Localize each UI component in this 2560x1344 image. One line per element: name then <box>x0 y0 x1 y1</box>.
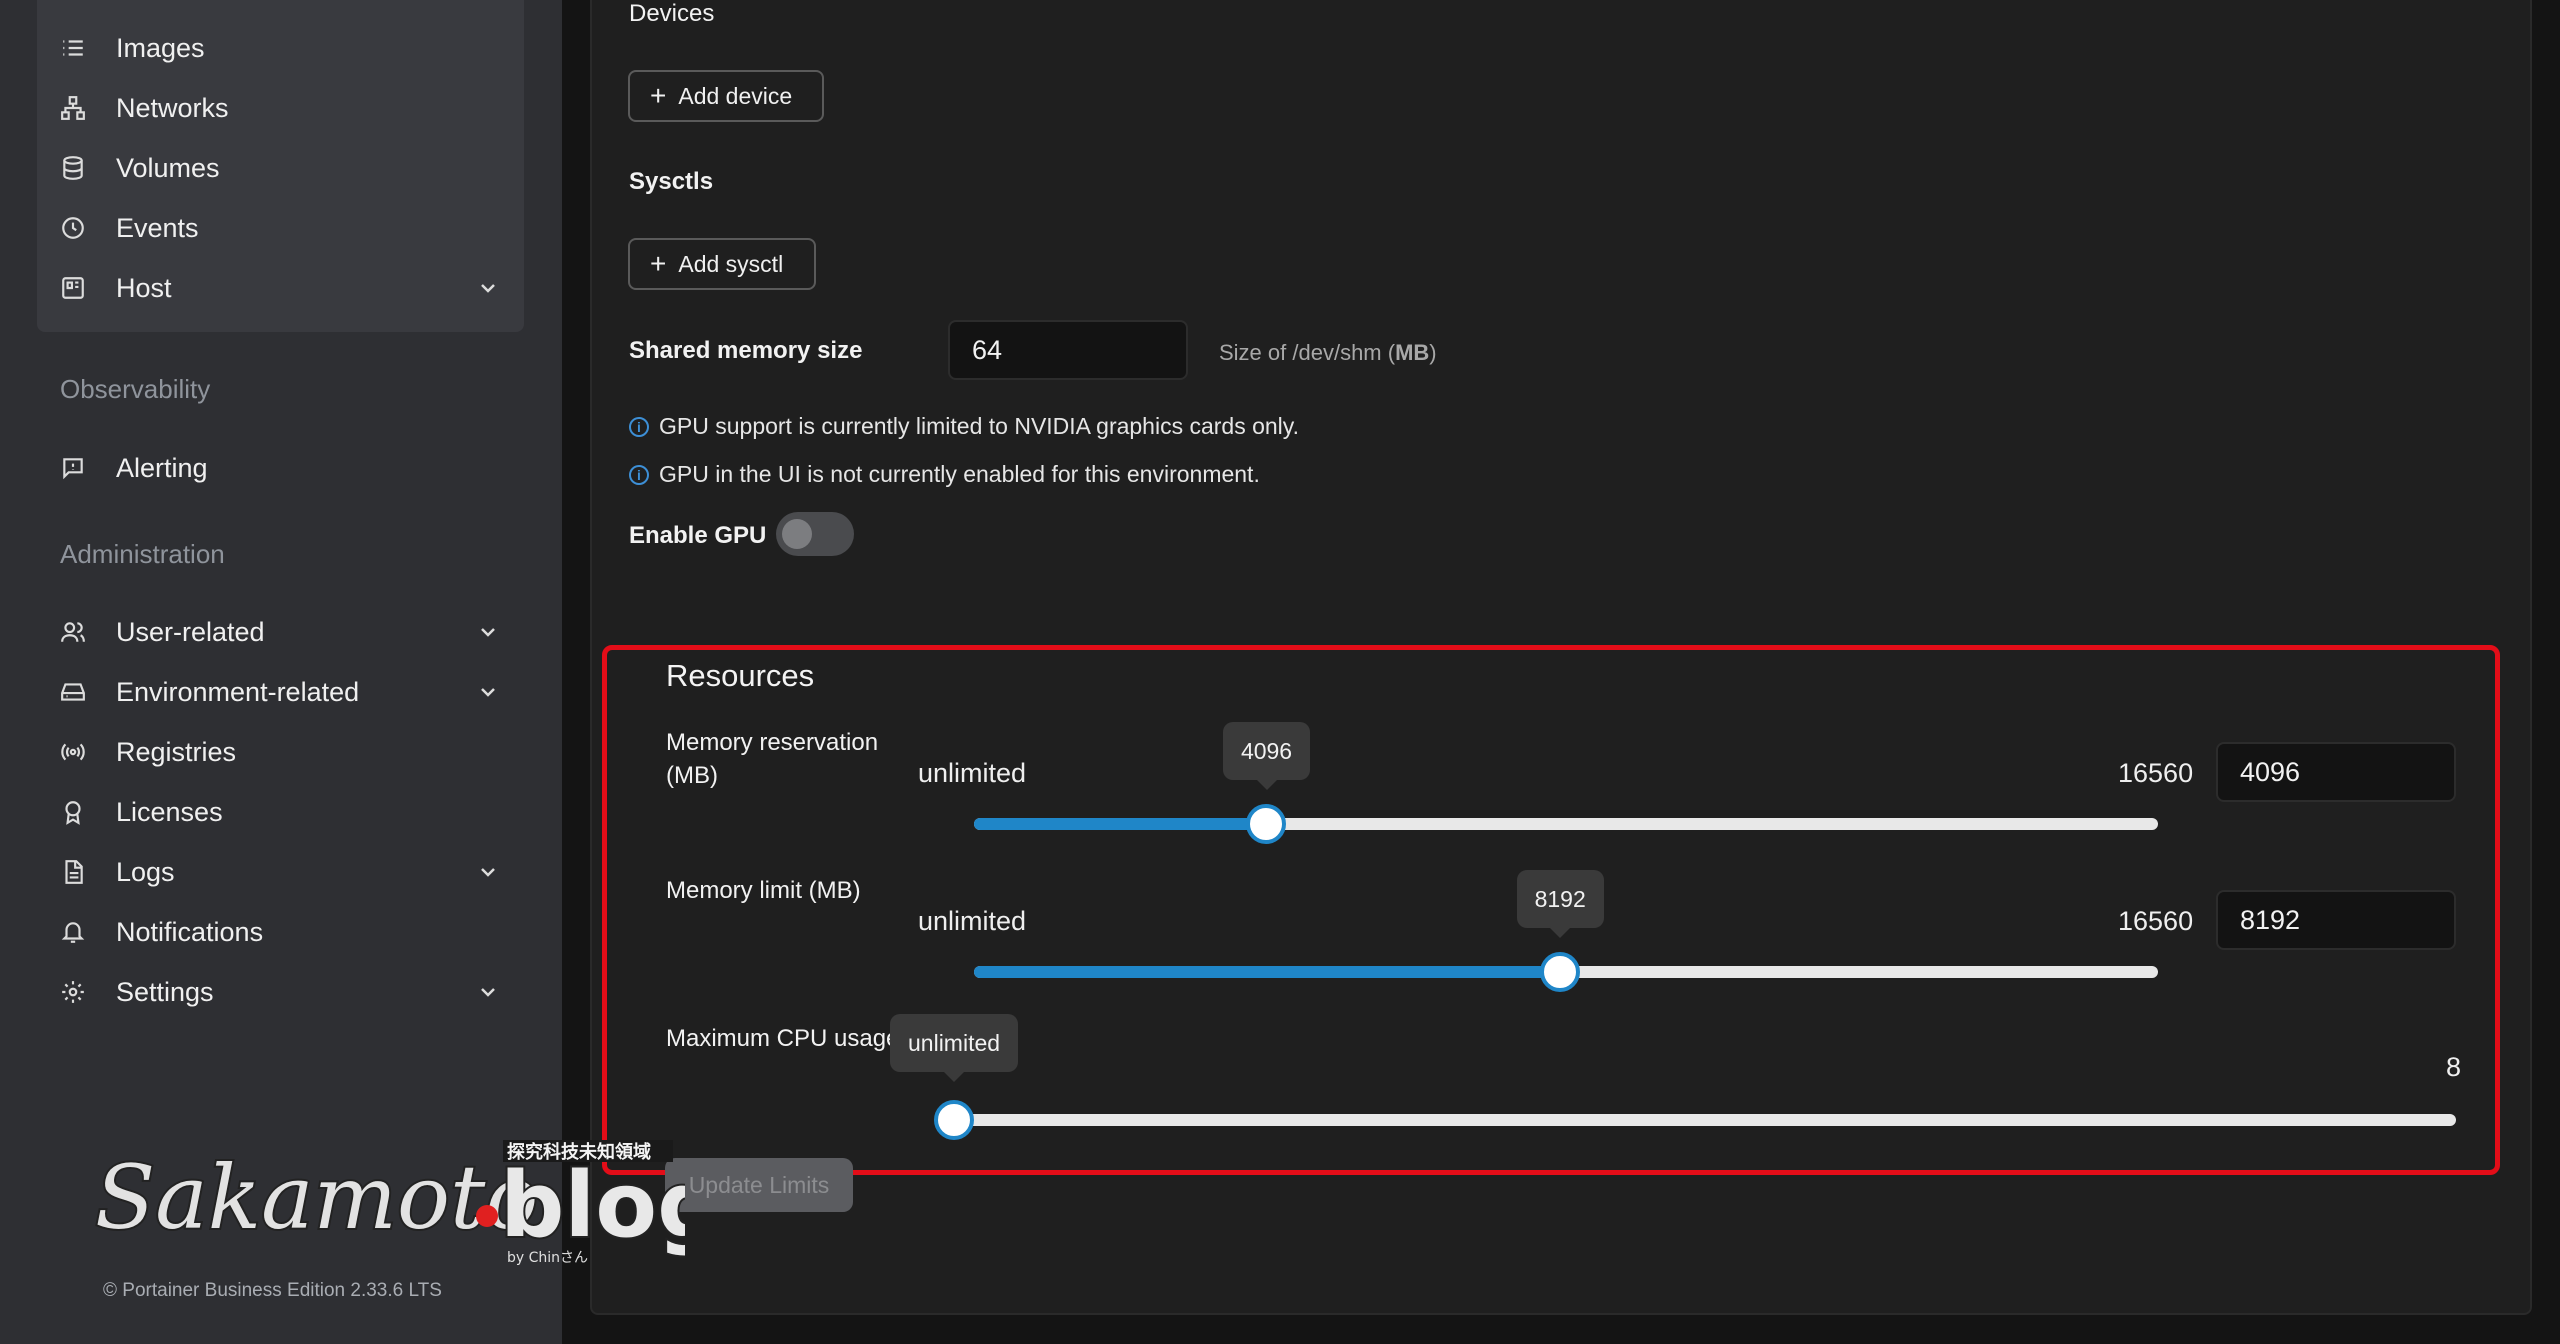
watermark-subtitle: 探究科技未知領域 <box>507 1141 651 1163</box>
toggle-knob <box>782 519 812 549</box>
info-icon: i <box>629 464 649 485</box>
chevron-down-icon <box>481 284 495 293</box>
sidebar-item-images[interactable]: Images <box>60 20 500 76</box>
sidebar-item-label: Registries <box>116 736 237 767</box>
plus-icon: + <box>650 248 667 279</box>
sidebar-item-environment-related[interactable]: Environment-related <box>60 664 500 720</box>
shm-hint-suffix: ) <box>1429 340 1437 365</box>
sidebar-item-events[interactable]: Events <box>60 200 500 256</box>
award-icon <box>60 799 86 825</box>
chevron-down-icon <box>481 868 495 877</box>
cpu-usage-tooltip: unlimited <box>890 1014 1019 1082</box>
sakamoto-blog-watermark: Sakamoto blog 探究科技未知領域 by Chinさん <box>95 1140 685 1266</box>
memory-reservation-max: 16560 <box>2118 758 2194 788</box>
chevron-down-icon <box>481 628 495 637</box>
sidebar-item-label: Notifications <box>116 916 264 947</box>
memory-limit-slider-fill <box>974 966 1561 978</box>
sidebar-item-user-related[interactable]: User-related <box>60 604 500 660</box>
users-icon <box>60 619 86 645</box>
memory-limit-max: 16560 <box>2118 906 2194 936</box>
memory-reservation-label: Memory reservation (MB) <box>666 729 879 789</box>
add-device-label: Add device <box>678 82 793 109</box>
gpu-info-nvidia: i GPU support is currently limited to NV… <box>629 413 1299 440</box>
add-device-button[interactable]: + Add device <box>628 70 824 122</box>
watermark-by: by Chinさん <box>507 1250 588 1266</box>
add-sysctl-button[interactable]: + Add sysctl <box>628 238 816 290</box>
database-icon <box>60 155 86 181</box>
section-observability: Observability <box>60 374 211 404</box>
sidebar-item-alerting[interactable]: Alerting <box>60 440 500 496</box>
sidebar-item-label: Networks <box>116 92 229 123</box>
sysctls-label: Sysctls <box>629 168 714 195</box>
network-icon <box>60 95 86 121</box>
hard-drive-icon <box>60 679 86 705</box>
shm-hint-unit: MB <box>1395 340 1430 365</box>
memory-limit-input[interactable]: 8192 <box>2216 890 2456 950</box>
memory-reservation-tooltip: 4096 <box>1222 722 1311 790</box>
sidebar-item-label: User-related <box>116 616 265 647</box>
memory-reservation-input[interactable]: 4096 <box>2216 742 2456 802</box>
sidebar-item-licenses[interactable]: Licenses <box>60 784 500 840</box>
sidebar-item-label: Logs <box>116 856 175 887</box>
cpu-usage-label: Maximum CPU usage <box>666 1025 900 1052</box>
update-limits-button[interactable]: Update Limits <box>665 1158 853 1212</box>
gpu-info-text: GPU in the UI is not currently enabled f… <box>659 461 1260 487</box>
watermark-dot <box>476 1205 498 1227</box>
sidebar-item-logs[interactable]: Logs <box>60 844 500 900</box>
memory-limit-min: unlimited <box>918 906 1027 936</box>
sidebar-item-notifications[interactable]: Notifications <box>60 904 500 960</box>
shm-label: Shared memory size <box>629 337 863 364</box>
plus-icon: + <box>650 80 667 111</box>
gpu-info-text: GPU support is currently limited to NVID… <box>659 413 1299 439</box>
sidebar-item-label: Events <box>116 212 199 243</box>
memory-limit-tooltip: 8192 <box>1516 870 1604 938</box>
file-text-icon <box>60 859 86 885</box>
sidebar-item-volumes[interactable]: Volumes <box>60 140 500 196</box>
sidebar-item-registries[interactable]: Registries <box>60 724 500 780</box>
sidebar-item-label: Licenses <box>116 796 223 827</box>
shm-hint: Size of /dev/shm (MB) <box>1219 340 1437 366</box>
sidebar-item-label: Alerting <box>116 452 208 483</box>
info-icon: i <box>629 416 649 437</box>
enable-gpu-toggle[interactable] <box>776 512 854 556</box>
section-administration: Administration <box>60 539 225 569</box>
sidebar-item-settings[interactable]: Settings <box>60 964 500 1020</box>
sidebar-item-label: Settings <box>116 976 214 1007</box>
memory-reservation-slider-fill <box>974 818 1267 830</box>
watermark-text: Sakamoto <box>95 1146 538 1249</box>
shm-hint-prefix: Size of /dev/shm ( <box>1219 340 1396 365</box>
add-sysctl-label: Add sysctl <box>678 250 784 277</box>
chevron-down-icon <box>481 688 495 697</box>
watermark-blog: blog <box>500 1153 685 1258</box>
shm-size-input[interactable]: 64 <box>948 320 1188 380</box>
memory-reservation-min: unlimited <box>918 758 1027 788</box>
memory-reservation-slider-track[interactable] <box>974 818 2158 830</box>
memory-limit-label: Memory limit (MB) <box>666 877 861 904</box>
host-icon <box>60 275 86 301</box>
sidebar-item-label: Images <box>116 32 205 63</box>
cpu-usage-slider-thumb[interactable] <box>934 1100 974 1140</box>
devices-label: Devices <box>629 0 715 27</box>
list-icon <box>60 35 86 61</box>
chevron-down-icon <box>481 988 495 997</box>
resources-title: Resources <box>666 658 815 693</box>
footer-version: © Portainer Business Edition 2.33.6 LTS <box>103 1280 442 1301</box>
sidebar-item-label: Host <box>116 272 172 303</box>
sidebar-item-networks[interactable]: Networks <box>60 80 500 136</box>
sidebar-item-label: Environment-related <box>116 676 360 707</box>
memory-limit-slider-thumb[interactable] <box>1540 952 1581 992</box>
clock-icon <box>60 215 86 241</box>
gpu-info-disabled: i GPU in the UI is not currently enabled… <box>629 461 1260 488</box>
broadcast-icon <box>60 739 86 765</box>
cpu-usage-max: 8 <box>2446 1052 2462 1082</box>
alert-message-icon <box>60 455 86 481</box>
enable-gpu-label: Enable GPU <box>629 522 767 549</box>
sidebar-item-label: Volumes <box>116 152 220 183</box>
bell-icon <box>60 919 86 945</box>
sidebar-item-host[interactable]: Host <box>60 260 500 316</box>
cpu-usage-slider-track[interactable] <box>954 1114 2456 1126</box>
gear-icon <box>60 979 86 1005</box>
